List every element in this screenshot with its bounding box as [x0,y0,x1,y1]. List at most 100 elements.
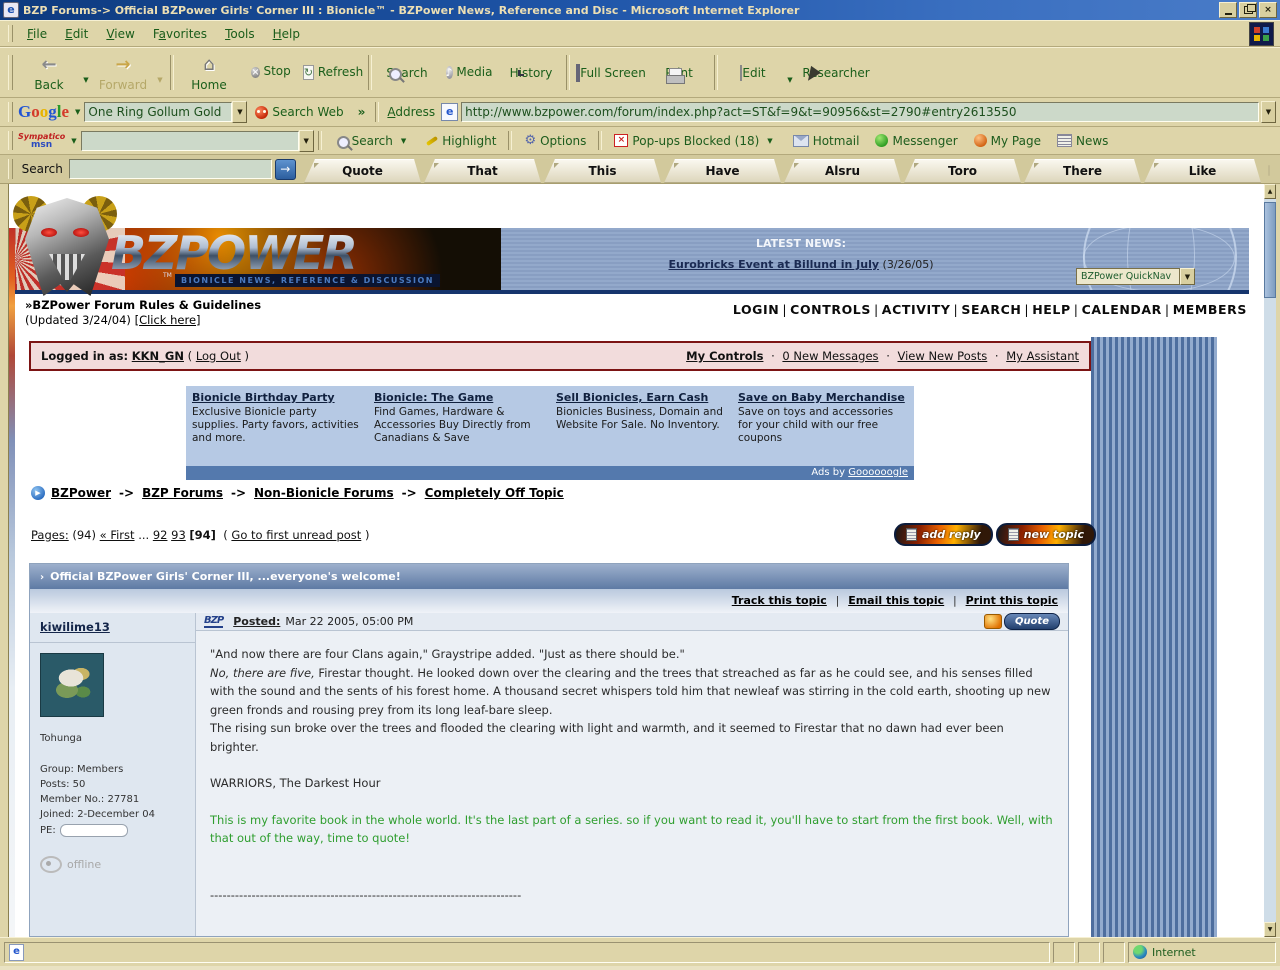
quicknav-select[interactable]: BZPower QuickNav ▼ [1076,268,1195,285]
highlight-button[interactable]: Highlight [426,134,496,148]
crumb-bzpower[interactable]: BZPower [51,486,111,500]
toolbar-grip[interactable] [8,55,13,90]
history-button[interactable]: History [500,66,562,80]
msn-search-button[interactable]: Search ▼ [334,134,411,149]
nav-search[interactable]: SEARCH [961,302,1021,317]
nav-login[interactable]: LOGIN [733,302,780,317]
msn-logo-dropdown[interactable]: ▼ [67,137,80,145]
vertical-scrollbar[interactable]: ▲ ▼ [1264,184,1276,937]
rules-click-here-link[interactable]: Click here [139,313,196,327]
msn-search-input[interactable] [80,130,299,151]
pages-label-link[interactable]: Pages: [31,528,69,542]
menu-file[interactable]: File [18,24,56,44]
fullscreen-button[interactable]: Full Screen [574,63,648,82]
sympatico-msn-logo[interactable]: Sympatico msn [18,132,65,149]
post-author-link[interactable]: kiwilime13 [30,613,195,643]
username-link[interactable]: KKN_GN [132,349,184,363]
tab-have[interactable]: Have [664,159,781,183]
my-page-button[interactable]: My Page [973,134,1041,148]
msn-search-options-dropdown[interactable]: ▼ [397,137,410,145]
back-dropdown[interactable]: ▼ [80,62,92,84]
quote-button[interactable]: Quote [983,613,1060,630]
title-bar[interactable]: e BZP Forums-> Official BZPower Girls' C… [0,0,1280,20]
tab-quote[interactable]: Quote [304,159,421,183]
menu-tools[interactable]: Tools [216,24,264,44]
minimize-button[interactable] [1219,2,1237,18]
google-logo[interactable]: Google [18,102,69,122]
tab-that[interactable]: That [424,159,541,183]
print-topic-link[interactable]: Print this topic [966,594,1058,607]
tab-this[interactable]: This [544,159,661,183]
address-dropdown[interactable]: ▼ [1261,101,1276,123]
menu-edit[interactable]: Edit [56,24,97,44]
crumb-non-bionicle[interactable]: Non-Bionicle Forums [254,486,394,500]
search-web-button[interactable]: Search Web [255,105,344,119]
options-button[interactable]: ⚙ Options [524,133,586,148]
scroll-up-arrow[interactable]: ▲ [1264,184,1276,199]
ad-title-link[interactable]: Save on Baby Merchandise [738,391,908,404]
nav-calendar[interactable]: CALENDAR [1082,302,1162,317]
back-button[interactable]: ← Back [18,53,80,92]
menu-view[interactable]: View [97,24,143,44]
tab-toro[interactable]: Toro [904,159,1021,183]
ad-title-link[interactable]: Bionicle Birthday Party [192,391,362,404]
edit-button[interactable]: Edit [722,64,784,81]
toolbar-grip[interactable] [8,159,13,179]
edit-dropdown[interactable]: ▼ [784,62,796,84]
close-button[interactable]: × [1259,2,1277,18]
stop-button[interactable]: × Stop [240,64,302,82]
tab-alsru[interactable]: Alsru [784,159,901,183]
address-input[interactable] [461,102,1259,122]
forward-button[interactable]: → Forward [92,53,154,92]
nav-controls[interactable]: CONTROLS [790,302,871,317]
quicknav-dropdown-arrow[interactable]: ▼ [1180,268,1195,285]
ad-title-link[interactable]: Bionicle: The Game [374,391,544,404]
new-messages-link[interactable]: 0 New Messages [782,349,878,363]
tab-there[interactable]: There [1024,159,1141,183]
news-button[interactable]: News [1056,134,1108,148]
first-unread-link[interactable]: Go to first unread post [231,528,361,542]
my-assistant-link[interactable]: My Assistant [1006,349,1079,363]
print-button[interactable]: Print [648,66,710,80]
crumb-off-topic[interactable]: Completely Off Topic [425,486,564,500]
page-92-link[interactable]: 92 [153,528,168,542]
crumb-bzp-forums[interactable]: BZP Forums [142,486,223,500]
google-dropdown[interactable]: ▼ [71,108,84,116]
ad-title-link[interactable]: Sell Bionicles, Earn Cash [556,391,726,404]
home-button[interactable]: ⌂ Home [178,53,240,92]
page-93-link[interactable]: 93 [171,528,186,542]
google-search-input[interactable] [84,102,233,122]
hotmail-button[interactable]: Hotmail [792,134,859,148]
logout-link[interactable]: Log Out [196,349,241,363]
restore-button[interactable] [1239,2,1257,18]
news-link[interactable]: Eurobricks Event at Billund in July [668,258,879,271]
quick-search-input[interactable] [68,159,272,179]
scrollbar-thumb[interactable] [1264,202,1276,298]
google-history-dropdown[interactable]: ▼ [232,101,248,123]
scroll-down-arrow[interactable]: ▼ [1264,922,1276,937]
popup-dropdown[interactable]: ▼ [763,137,776,145]
view-new-posts-link[interactable]: View New Posts [898,349,988,363]
researcher-button[interactable]: Researcher [796,66,876,80]
messenger-button[interactable]: Messenger [875,134,958,148]
popup-blocker-button[interactable]: × Pop-ups Blocked (18) ▼ [614,134,776,148]
toolbar-grip[interactable] [8,102,13,122]
refresh-button[interactable]: ↻ Refresh [302,64,364,82]
media-button[interactable]: ♪ Media [438,64,500,82]
new-topic-button[interactable]: new topic [995,523,1096,546]
first-page-link[interactable]: « First [100,528,135,542]
search-button[interactable]: Search [376,66,438,80]
my-controls-link[interactable]: My Controls [686,349,763,363]
menu-help[interactable]: Help [264,24,309,44]
google-ads-link[interactable]: Goooooogle [848,467,908,478]
track-topic-link[interactable]: Track this topic [732,594,827,607]
msn-search-dropdown[interactable]: ▼ [298,129,314,152]
tab-like[interactable]: Like [1144,159,1261,183]
toolbar-grip[interactable] [8,24,13,43]
nav-activity[interactable]: ACTIVITY [882,302,951,317]
search-go-button[interactable]: → [274,158,296,180]
toolbar-overflow-chevron[interactable]: » [358,105,366,119]
email-topic-link[interactable]: Email this topic [848,594,944,607]
nav-members[interactable]: MEMBERS [1173,302,1247,317]
toolbar-grip[interactable] [8,131,13,150]
